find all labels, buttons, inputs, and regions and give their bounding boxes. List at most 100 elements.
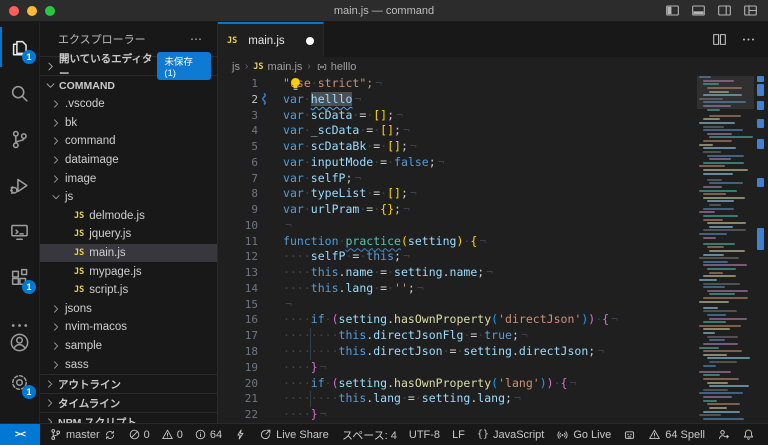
tree-item-label: jsons xyxy=(65,303,92,315)
code-line-20[interactable]: 20····if·(setting.hasOwnProperty('lang')… xyxy=(218,376,768,392)
split-editor-button[interactable] xyxy=(712,32,727,47)
diagnostic-marker xyxy=(757,178,764,187)
code-line-7[interactable]: 7var·selfP;¬ xyxy=(218,171,768,187)
code-line-2[interactable]: 2var·helllo¬ xyxy=(218,92,768,108)
tree-item-sass[interactable]: sass xyxy=(40,355,217,374)
breadcrumb-item[interactable]: main.js xyxy=(268,61,303,73)
code-line-21[interactable]: 21········this.lang·=·setting.lang;¬ xyxy=(218,391,768,407)
bell-icon xyxy=(742,428,755,441)
activitybar-accounts[interactable] xyxy=(0,322,39,362)
tree-item-command[interactable]: command xyxy=(40,132,217,151)
code-line-5[interactable]: 5var·scDataBk·=·[];¬ xyxy=(218,139,768,155)
chevron-right-icon xyxy=(44,416,56,423)
panel-NPM スクリプト[interactable]: NPM スクリプト xyxy=(40,412,217,423)
person-icon xyxy=(717,428,730,441)
zoom-window-button[interactable] xyxy=(45,6,55,16)
breadcrumb-item[interactable]: helllo xyxy=(331,61,357,73)
activitybar-source-control[interactable] xyxy=(0,119,39,159)
minimize-window-button[interactable] xyxy=(27,6,37,16)
status-problems[interactable]: 0064 xyxy=(123,428,228,441)
open-editors-section[interactable]: 開いているエディター 未保存 (1) xyxy=(40,56,217,76)
code-line-4[interactable]: 4var·_scData·=·[];¬ xyxy=(218,123,768,139)
activitybar-run-debug[interactable] xyxy=(0,165,39,205)
panel-right-icon[interactable] xyxy=(717,3,732,18)
status-notifications[interactable] xyxy=(737,428,760,441)
activitybar-remote-explorer[interactable] xyxy=(0,211,39,251)
status-extension-zap[interactable] xyxy=(229,428,252,441)
lightbulb-icon[interactable] xyxy=(289,77,302,90)
tree-item-jsons[interactable]: jsons xyxy=(40,300,217,319)
code-line-1[interactable]: 1"use·strict";¬ xyxy=(218,76,768,92)
code-line-15[interactable]: 15¬ xyxy=(218,297,768,313)
code-line-17[interactable]: 17········this.directJsonFlg·=·true;¬ xyxy=(218,328,768,344)
status-live-share[interactable]: Live Share xyxy=(254,428,334,441)
explorer-badge: 1 xyxy=(22,50,36,64)
tree-item-script-js[interactable]: JSscript.js xyxy=(40,281,217,300)
line-number: 11 xyxy=(218,234,258,250)
tree-item-js[interactable]: js xyxy=(40,188,217,207)
code-line-22[interactable]: 22····}¬ xyxy=(218,407,768,423)
line-number: 12 xyxy=(218,249,258,265)
status-eol[interactable]: LF xyxy=(447,429,470,441)
code-line-9[interactable]: 9var·urlPram·=·{};¬ xyxy=(218,202,768,218)
panel-left-icon[interactable] xyxy=(665,3,680,18)
status-feedback[interactable] xyxy=(712,428,735,441)
activitybar-extensions[interactable]: 1 xyxy=(0,257,39,297)
overview-ruler[interactable] xyxy=(754,76,768,423)
tree-item--vscode[interactable]: .vscode xyxy=(40,95,217,114)
tree-item-main-js[interactable]: JSmain.js xyxy=(40,244,217,263)
status-spell[interactable]: 64 Spell xyxy=(643,428,710,441)
tree-item-label: image xyxy=(65,173,96,185)
error-icon xyxy=(128,428,141,441)
status-indentation[interactable]: スペース: 4 xyxy=(337,427,402,443)
line-number: 21 xyxy=(218,391,258,407)
code-line-19[interactable]: 19····}¬ xyxy=(218,360,768,376)
layout-icon[interactable] xyxy=(743,3,758,18)
sidebar-more-icon[interactable]: ⋯ xyxy=(190,32,203,46)
activitybar-explorer[interactable]: 1 xyxy=(0,27,39,67)
panel-タイムライン[interactable]: タイムライン xyxy=(40,393,217,412)
tree-item-delmode-js[interactable]: JSdelmode.js xyxy=(40,207,217,226)
tree-item-nvim-macos[interactable]: nvim-macos xyxy=(40,318,217,337)
tree-item-label: delmode.js xyxy=(89,210,145,222)
activitybar-search[interactable] xyxy=(0,73,39,113)
tree-item-dataimage[interactable]: dataimage xyxy=(40,151,217,170)
status-robot[interactable] xyxy=(618,428,641,441)
tree-item-sample[interactable]: sample xyxy=(40,337,217,356)
tree-item-image[interactable]: image xyxy=(40,169,217,188)
code-line-16[interactable]: 16····if·(setting.hasOwnProperty('direct… xyxy=(218,312,768,328)
panel-アウトライン[interactable]: アウトライン xyxy=(40,374,217,393)
code-line-12[interactable]: 12····selfP·=·this;¬ xyxy=(218,249,768,265)
settings-badge: 1 xyxy=(22,385,36,399)
status-git-branch[interactable]: master xyxy=(44,428,121,441)
tree-item-label: sass xyxy=(65,359,89,371)
editor-more-button[interactable] xyxy=(741,32,756,47)
code-line-10[interactable]: 10¬ xyxy=(218,218,768,234)
code-line-14[interactable]: 14····this.lang·=·'';¬ xyxy=(218,281,768,297)
activitybar-settings[interactable]: 1 xyxy=(0,362,39,402)
tab-label: main.js xyxy=(248,35,284,47)
status-language-mode[interactable]: {}JavaScript xyxy=(472,429,549,441)
status-go-live[interactable]: Go Live xyxy=(551,428,616,441)
code-line-13[interactable]: 13····this.name·=·setting.name;¬ xyxy=(218,265,768,281)
tab-main-js[interactable]: JS main.js xyxy=(218,22,324,57)
status-encoding[interactable]: UTF-8 xyxy=(404,429,445,441)
code-line-6[interactable]: 6var·inputMode·=·false;¬ xyxy=(218,155,768,171)
code-line-18[interactable]: 18········this.directJson·=·setting.dire… xyxy=(218,344,768,360)
code-line-3[interactable]: 3var·scData·=·[];¬ xyxy=(218,108,768,124)
code-area[interactable]: 1"use·strict";¬2var·helllo¬3var·scData·=… xyxy=(218,76,768,423)
modified-dot-icon[interactable] xyxy=(306,37,314,45)
code-line-11[interactable]: 11function·practice(setting)·{¬ xyxy=(218,234,768,250)
tree-item-mypage-js[interactable]: JSmypage.js xyxy=(40,262,217,281)
diagnostic-marker xyxy=(757,101,764,110)
close-window-button[interactable] xyxy=(9,6,19,16)
remote-indicator[interactable]: >< xyxy=(0,424,40,445)
tree-item-jquery-js[interactable]: JSjquery.js xyxy=(40,225,217,244)
minimap-slider[interactable] xyxy=(697,76,754,109)
panel-bottom-icon[interactable] xyxy=(691,3,706,18)
breadcrumb-item[interactable]: js xyxy=(232,61,240,73)
search-icon xyxy=(9,83,30,104)
tree-item-bk[interactable]: bk xyxy=(40,114,217,133)
minimap[interactable] xyxy=(697,76,754,423)
code-line-8[interactable]: 8var·typeList·=·[];¬ xyxy=(218,186,768,202)
